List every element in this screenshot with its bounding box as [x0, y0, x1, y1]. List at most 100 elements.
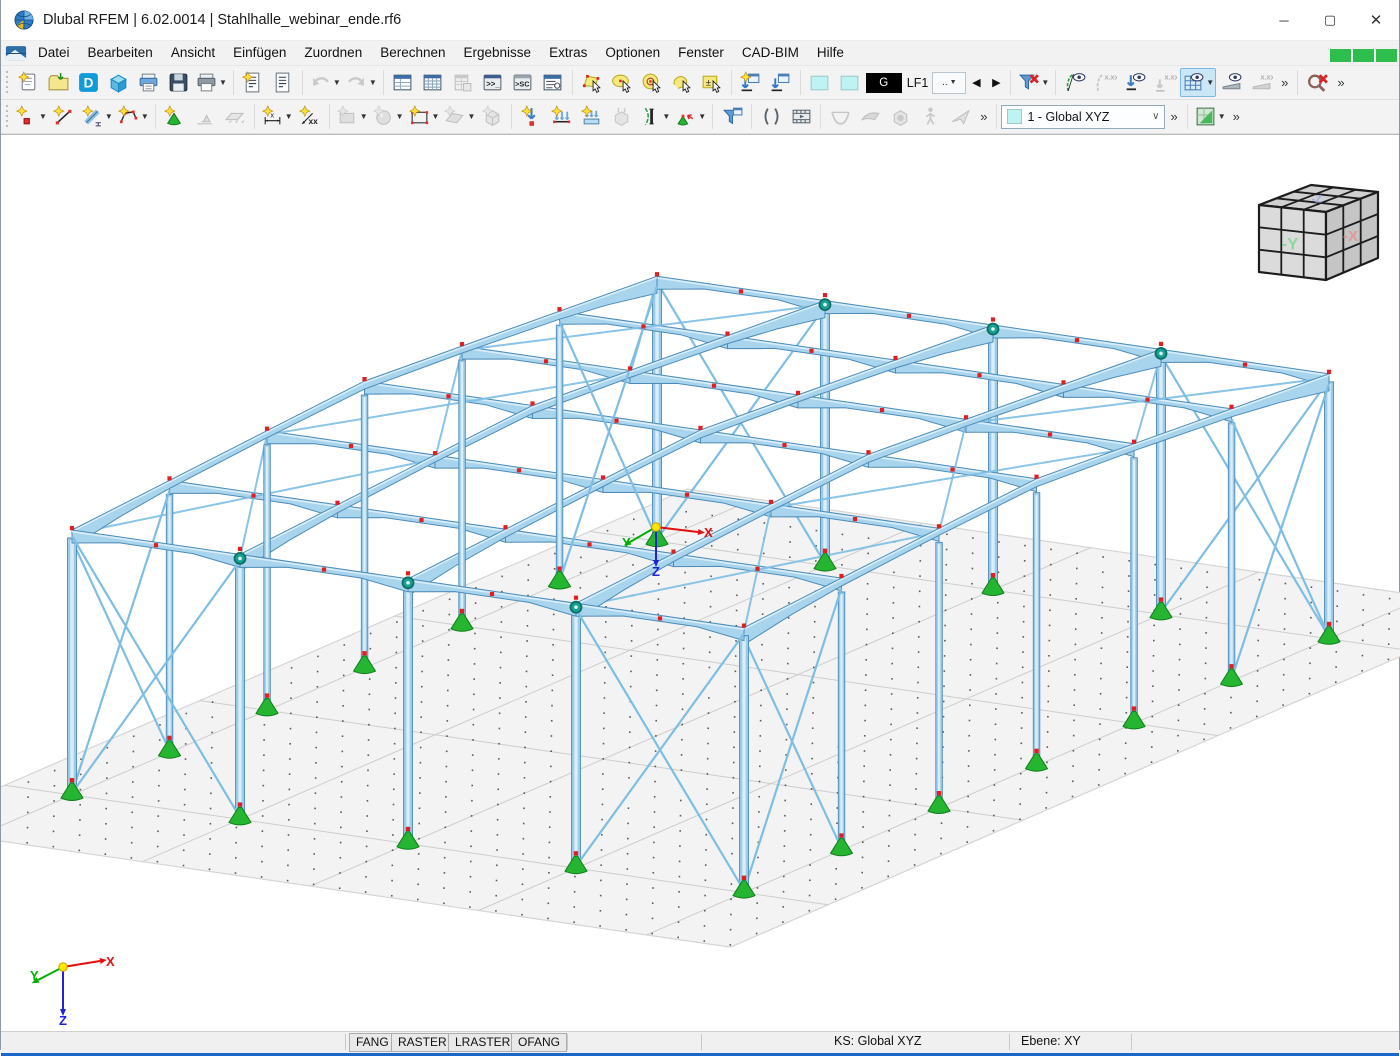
new-nodal-support-icon[interactable] — [160, 102, 190, 131]
select-polygon-icon[interactable] — [577, 68, 607, 97]
render-mode-icon[interactable]: ▼ — [1192, 102, 1228, 131]
table-config-icon[interactable] — [538, 68, 568, 97]
show-loads-icon[interactable] — [1120, 68, 1150, 97]
menu-ansicht[interactable]: Ansicht — [162, 41, 224, 65]
save-icon[interactable] — [163, 68, 193, 97]
table-manager-icon[interactable] — [388, 68, 418, 97]
toolbar-overflow-chevron[interactable]: » — [1332, 75, 1349, 90]
show-grid-icon[interactable]: ▼ — [1180, 68, 1216, 97]
console-icon[interactable]: >>_ — [478, 68, 508, 97]
new-surface-support-icon[interactable] — [220, 102, 250, 131]
scene-canvas[interactable]: XYZXYZ-Y-X-Z — [1, 135, 1400, 1031]
loadcase-prev-button[interactable]: ◀ — [966, 72, 986, 94]
new-opening-icon[interactable]: ▼ — [406, 102, 442, 131]
dropdown-arrow-icon[interactable]: ▼ — [396, 112, 404, 121]
close-button[interactable]: ✕ — [1353, 0, 1399, 40]
model-manager-icon[interactable] — [103, 68, 133, 97]
new-plane-icon[interactable]: ▼ — [441, 102, 477, 131]
animation-icon[interactable] — [786, 102, 816, 131]
result-surface-icon[interactable] — [855, 102, 885, 131]
zoom-clear-icon[interactable] — [1302, 68, 1332, 97]
status-toggle-raster[interactable]: RASTER — [391, 1033, 454, 1052]
menu-ergebnisse[interactable]: Ergebnisse — [455, 41, 541, 65]
dropdown-arrow-icon[interactable]: ▼ — [285, 112, 293, 121]
new-sphere-icon[interactable]: ▼ — [370, 102, 406, 131]
table-grid-icon[interactable] — [418, 68, 448, 97]
view-import-icon[interactable] — [766, 68, 796, 97]
view-export-icon[interactable] — [736, 68, 766, 97]
filter-off-icon[interactable]: ▼ — [1015, 68, 1051, 97]
dropdown-arrow-icon[interactable]: ▼ — [105, 112, 113, 121]
toolbar-overflow-chevron[interactable]: » — [1228, 109, 1245, 124]
select-special-icon[interactable]: ± — [697, 68, 727, 97]
maximize-button[interactable]: ▢ — [1307, 0, 1353, 40]
status-toggle-ofang[interactable]: OFANG — [511, 1033, 567, 1052]
dropdown-arrow-icon[interactable]: ▼ — [360, 112, 368, 121]
menu-extras[interactable]: Extras — [540, 41, 596, 65]
status-toggle-lraster[interactable]: LRASTER — [448, 1033, 517, 1052]
new-imperfection-icon[interactable]: ▼ — [636, 102, 672, 131]
dropdown-arrow-icon[interactable]: ▼ — [432, 112, 440, 121]
result-solid-icon[interactable] — [885, 102, 915, 131]
new-member-icon[interactable]: ▼ — [79, 102, 115, 131]
toolbar-overflow-chevron[interactable]: » — [975, 109, 992, 124]
dropdown-arrow-icon[interactable]: ▼ — [662, 112, 670, 121]
table-print-icon[interactable] — [448, 68, 478, 97]
print-icon[interactable]: ▼ — [193, 68, 229, 97]
dropdown-arrow-icon[interactable]: ▼ — [219, 78, 227, 87]
new-model-icon[interactable] — [13, 68, 43, 97]
show-results-icon[interactable] — [1060, 68, 1090, 97]
new-node-icon[interactable]: ▼ — [13, 102, 49, 131]
menu-datei[interactable]: Datei — [29, 41, 79, 65]
menu-optionen[interactable]: Optionen — [596, 41, 669, 65]
select-ellipse-icon[interactable] — [607, 68, 637, 97]
new-solid-load-icon[interactable] — [606, 102, 636, 131]
navigation-cube[interactable]: -Y-X-Z — [1259, 185, 1378, 280]
dropdown-arrow-icon[interactable]: ▼ — [1206, 78, 1214, 87]
toolbar-grip[interactable] — [4, 105, 10, 129]
model-viewport[interactable]: XYZXYZ-Y-X-Z — [1, 134, 1399, 1031]
menu-cad-bim[interactable]: CAD-BIM — [733, 41, 808, 65]
dropdown-arrow-icon[interactable]: ▼ — [1041, 78, 1049, 87]
dropdown-arrow-icon[interactable]: ▼ — [1218, 112, 1226, 121]
new-nodal-load-icon[interactable] — [516, 102, 546, 131]
dropdown-arrow-icon[interactable]: ▼ — [333, 78, 341, 87]
select-lasso-icon[interactable] — [667, 68, 697, 97]
result-diagram-icon[interactable] — [825, 102, 855, 131]
new-line-support-icon[interactable] — [190, 102, 220, 131]
new-dimension2-icon[interactable]: xx — [295, 102, 325, 131]
toolbar-overflow-chevron[interactable]: » — [1165, 109, 1182, 124]
status-toggle-fang[interactable]: FANG — [349, 1033, 396, 1052]
clipping-box-icon[interactable] — [756, 102, 786, 131]
swatch1-icon[interactable] — [805, 68, 835, 97]
show-gradient-icon[interactable] — [1216, 68, 1246, 97]
dlubal-icon[interactable]: D — [73, 68, 103, 97]
loadcase-more-dropdown[interactable]: ..▼ — [932, 72, 966, 94]
dropdown-arrow-icon[interactable]: ▼ — [698, 112, 706, 121]
show-load-values-icon[interactable]: x.xx — [1150, 68, 1180, 97]
loadcase-type-badge[interactable]: G — [866, 73, 902, 93]
undo-icon[interactable]: ▼ — [307, 68, 343, 97]
minimize-button[interactable]: ─ — [1261, 0, 1307, 40]
menu-zuordnen[interactable]: Zuordnen — [295, 41, 371, 65]
dropdown-arrow-icon[interactable]: ▼ — [39, 112, 47, 121]
new-support-displacement-icon[interactable]: ▼ — [672, 102, 708, 131]
new-surface-icon[interactable]: ▼ — [334, 102, 370, 131]
report-icon[interactable] — [268, 68, 298, 97]
new-dimension-icon[interactable]: x▼ — [259, 102, 295, 131]
loadcase-next-button[interactable]: ▶ — [986, 72, 1006, 94]
menu-hilfe[interactable]: Hilfe — [808, 41, 853, 65]
swatch2-icon[interactable] — [835, 68, 865, 97]
new-member-load-icon[interactable] — [546, 102, 576, 131]
new-report-icon[interactable] — [238, 68, 268, 97]
redo-icon[interactable]: ▼ — [343, 68, 379, 97]
toolbar-grip[interactable] — [4, 71, 10, 95]
menu-einfgen[interactable]: Einfügen — [224, 41, 295, 65]
show-gradient-values-icon[interactable]: x.xx — [1246, 68, 1276, 97]
select-circle-icon[interactable] — [637, 68, 667, 97]
menu-fenster[interactable]: Fenster — [669, 41, 733, 65]
visibility-filter-icon[interactable] — [717, 102, 747, 131]
coordinate-system-select[interactable]: 1 - Global XYZ∨ — [1001, 105, 1165, 129]
dropdown-arrow-icon[interactable]: ▼ — [141, 112, 149, 121]
script-icon[interactable]: >SC — [508, 68, 538, 97]
